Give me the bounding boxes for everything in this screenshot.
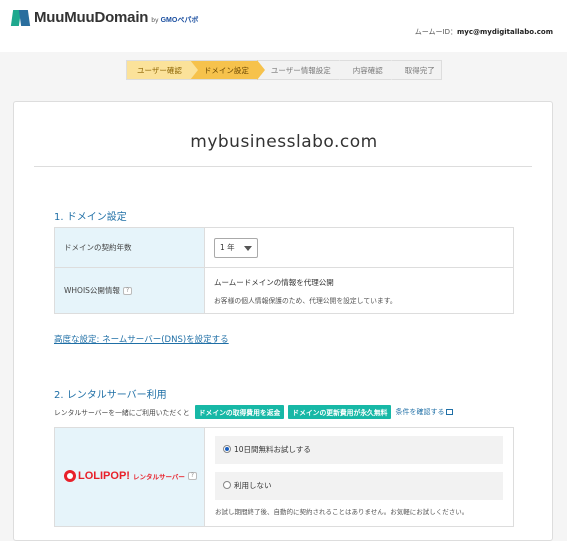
no-use-option-label: 利用しない [234, 481, 272, 490]
muumuu-logo-icon [10, 9, 31, 26]
domain-settings-table: ドメインの契約年数 1 年 WHOIS公開情報? ムームードメインの情報を代理公… [54, 227, 514, 314]
lolipop-logo: LOLIPOP! レンタルサーバー ? [64, 470, 197, 482]
free-renewal-badge: ドメインの更新費用が永久無料 [288, 405, 392, 419]
lolipop-sub: レンタルサーバー [132, 473, 185, 481]
lolipop-name: LOLIPOP! [78, 470, 130, 482]
user-id-label: ムームーID： [414, 28, 457, 36]
lolipop-label-cell: LOLIPOP! レンタルサーバー ? [55, 428, 205, 526]
radio-trial[interactable] [223, 445, 231, 453]
contract-years-label: ドメインの契約年数 [54, 227, 205, 268]
domain-name: mybusinesslabo.com [190, 132, 378, 152]
muumuu-logo[interactable]: MuuMuuDomain by GMOペパボ [10, 9, 199, 26]
trial-note: お試し期間終了後、自動的に契約されることはありません。お気軽にお試しください。 [215, 508, 469, 516]
no-use-option[interactable]: 利用しない [215, 472, 503, 500]
logo-text: MuuMuuDomain [34, 9, 149, 26]
contract-years-select[interactable]: 1 年 [214, 237, 258, 258]
whois-value-cell: ムームードメインの情報を代理公開 お客様の個人情報保護のため、代理公開を設定して… [204, 267, 514, 314]
trial-option[interactable]: 10日間無料お試しする [215, 436, 503, 464]
trial-option-label: 10日間無料お試しする [234, 445, 311, 454]
chevron-down-icon [244, 245, 252, 251]
header: MuuMuuDomain by GMOペパボ ムームーID：myc@mydigi… [0, 0, 567, 52]
step-label: 内容確認 [352, 66, 383, 75]
step-user-info: ユーザー情報設定 [256, 60, 347, 80]
step-label: ユーザー情報設定 [270, 66, 331, 75]
step-label: ユーザー確認 [137, 66, 182, 75]
step-label: 取得完了 [404, 66, 435, 75]
whois-sub-text: お客様の個人情報保護のため、代理公開を設定しています。 [214, 296, 397, 305]
condition-link[interactable]: 条件を確認する [395, 407, 454, 417]
user-id: ムームーID：myc@mydigitallabo.com [415, 27, 553, 37]
divider [34, 166, 532, 167]
user-id-value: myc@mydigitallabo.com [456, 28, 553, 36]
help-icon[interactable]: ? [187, 472, 197, 480]
section-rental-server-title: 2. レンタルサーバー利用 [54, 390, 167, 401]
lolipop-server-box: LOLIPOP! レンタルサーバー ? 10日間無料お試しする 利用しない お試… [54, 427, 514, 527]
logo-by: by [151, 16, 159, 24]
step-label: ドメイン設定 [203, 66, 249, 75]
whois-label-cell: WHOIS公開情報? [54, 267, 205, 314]
contract-years-value: 1 年 [220, 242, 235, 252]
progress-steps: ユーザー確認 ドメイン設定 ユーザー情報設定 内容確認 取得完了 [126, 60, 442, 80]
advanced-dns-link[interactable]: 高度な設定: ネームサーバー(DNS)を設定する [54, 333, 229, 345]
external-link-icon [446, 409, 454, 415]
order-card: mybusinesslabo.com 1. ドメイン設定 ドメインの契約年数 1… [13, 101, 553, 541]
radio-no-use[interactable] [223, 481, 231, 489]
refund-badge: ドメインの取得費用を返金 [194, 405, 285, 419]
step-domain-settings: ドメイン設定 [189, 60, 265, 80]
section-domain-settings-title: 1. ドメイン設定 [54, 212, 127, 223]
whois-label: WHOIS公開情報 [64, 286, 120, 295]
help-icon[interactable]: ? [122, 287, 132, 295]
step-user-confirm: ユーザー確認 [126, 60, 198, 80]
whois-main-text: ムームードメインの情報を代理公開 [214, 277, 334, 287]
contract-years-cell: 1 年 [204, 227, 514, 268]
condition-link-label: 条件を確認する [395, 408, 445, 416]
rental-text: レンタルサーバーを一緒にご利用いただくと [54, 409, 190, 417]
rental-promo-row: レンタルサーバーを一緒にご利用いただくと ドメインの取得費用を返金 ドメインの更… [54, 405, 454, 419]
lolipop-logo-icon [64, 470, 76, 482]
logo-gmo: GMOペパボ [160, 16, 199, 24]
